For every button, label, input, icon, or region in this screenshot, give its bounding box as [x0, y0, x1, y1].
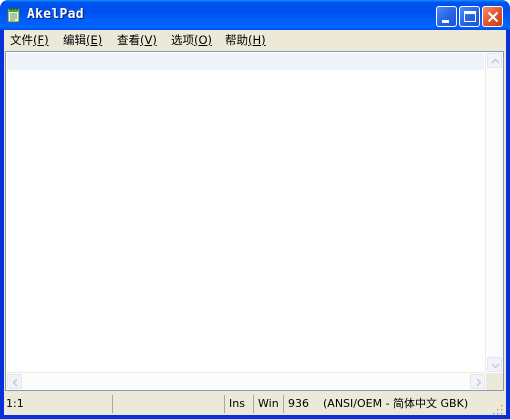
menu-view-accel: (V)	[140, 33, 157, 47]
menu-help-accel: (H)	[248, 33, 266, 47]
app-window: AkelPad 文件(F) 编辑(E) 查看(V) 选项(O) 帮助(H) 1:…	[0, 0, 510, 419]
horizontal-scrollbar[interactable]	[6, 372, 486, 390]
status-modified	[112, 395, 224, 413]
size-grip-icon[interactable]	[492, 401, 504, 415]
menu-file[interactable]: 文件(F)	[10, 32, 49, 48]
status-insert-mode: Ins	[224, 395, 253, 413]
title-bar[interactable]: AkelPad	[0, 0, 510, 30]
menu-edit[interactable]: 编辑(E)	[63, 32, 102, 48]
arrow-down-icon	[491, 363, 500, 369]
menu-options-label: 选项	[171, 33, 194, 47]
arrow-up-icon	[491, 58, 500, 64]
menu-edit-accel: (E)	[86, 33, 103, 47]
maximize-button[interactable]	[459, 6, 480, 27]
status-position: 1:1	[6, 397, 24, 410]
menu-view-label: 查看	[117, 33, 140, 47]
close-button[interactable]	[482, 6, 503, 27]
close-icon	[487, 11, 499, 23]
menu-options[interactable]: 选项(O)	[171, 32, 212, 48]
scroll-up-button[interactable]	[487, 53, 502, 68]
menu-file-accel: (F)	[33, 33, 49, 47]
vertical-scrollbar[interactable]	[485, 52, 503, 373]
scroll-right-button[interactable]	[470, 374, 485, 389]
notepad-icon[interactable]	[6, 7, 22, 23]
menu-help[interactable]: 帮助(H)	[225, 32, 266, 48]
minimize-button[interactable]	[436, 6, 457, 27]
menu-help-label: 帮助	[225, 33, 248, 47]
menu-options-accel: (O)	[194, 33, 213, 47]
status-newline: Win	[253, 395, 283, 413]
minimize-icon	[442, 20, 449, 23]
window-title: AkelPad	[27, 7, 84, 22]
maximize-icon	[464, 11, 476, 22]
scroll-down-button[interactable]	[487, 357, 502, 372]
scroll-corner	[486, 373, 503, 390]
status-encoding: (ANSI/OEM - 简体中文 GBK)	[323, 397, 469, 410]
current-line-highlight	[7, 53, 484, 70]
menu-bar: 文件(F) 编辑(E) 查看(V) 选项(O) 帮助(H)	[4, 30, 506, 50]
arrow-right-icon	[476, 378, 482, 387]
text-editor[interactable]	[5, 51, 504, 391]
status-codepage: 936	[283, 395, 319, 413]
menu-edit-label: 编辑	[63, 33, 86, 47]
scroll-left-button[interactable]	[7, 374, 22, 389]
client-area: 文件(F) 编辑(E) 查看(V) 选项(O) 帮助(H) 1:1 Ins Wi…	[4, 30, 506, 415]
menu-file-label: 文件	[10, 33, 33, 47]
status-bar: 1:1 Ins Win 936 (ANSI/OEM - 简体中文 GBK)	[4, 394, 506, 415]
menu-view[interactable]: 查看(V)	[117, 32, 157, 48]
arrow-left-icon	[12, 378, 18, 387]
